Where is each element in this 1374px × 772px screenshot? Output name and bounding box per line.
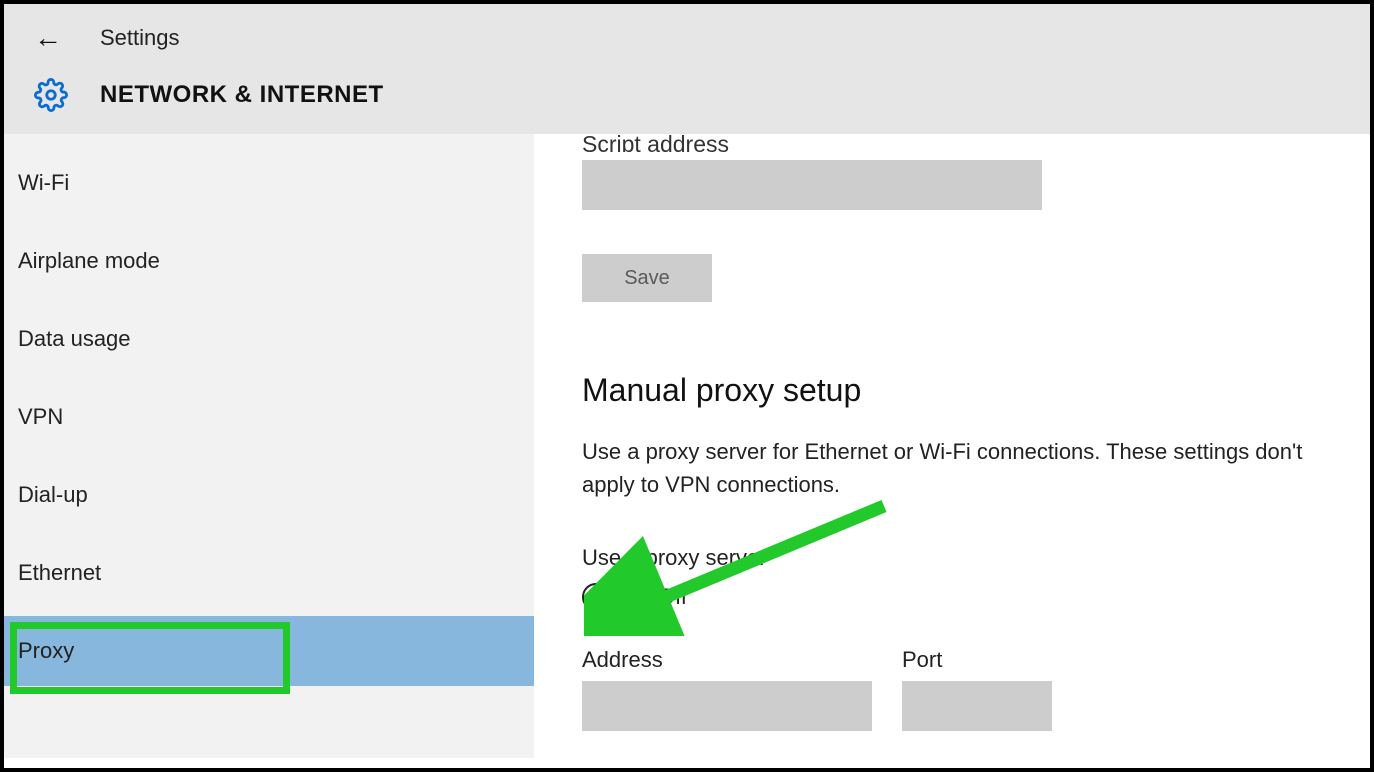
toggle-state-label: Off bbox=[658, 584, 687, 610]
manual-proxy-title: Manual proxy setup bbox=[582, 372, 1370, 409]
port-label: Port bbox=[902, 647, 1052, 673]
sidebar-item-wifi[interactable]: Wi-Fi bbox=[4, 148, 534, 218]
address-label: Address bbox=[582, 647, 872, 673]
address-input[interactable] bbox=[582, 681, 872, 731]
script-address-label: Script address bbox=[582, 134, 729, 152]
sidebar-item-proxy[interactable]: Proxy bbox=[4, 616, 534, 686]
sidebar-item-ethernet[interactable]: Ethernet bbox=[4, 538, 534, 608]
sidebar-item-label: Proxy bbox=[18, 638, 74, 663]
sidebar-item-data-usage[interactable]: Data usage bbox=[4, 304, 534, 374]
manual-proxy-description: Use a proxy server for Ethernet or Wi-Fi… bbox=[582, 435, 1322, 501]
save-button[interactable]: Save bbox=[582, 254, 712, 302]
sidebar-item-vpn[interactable]: VPN bbox=[4, 382, 534, 452]
back-button[interactable]: ← bbox=[34, 22, 62, 54]
sidebar-item-dial-up[interactable]: Dial-up bbox=[4, 460, 534, 530]
use-proxy-label: Use a proxy server bbox=[582, 545, 1370, 571]
script-address-input[interactable] bbox=[582, 160, 1042, 210]
category-header: NETWORK & INTERNET bbox=[4, 64, 1370, 134]
title-bar: ← Settings bbox=[4, 4, 1370, 64]
sidebar-item-airplane-mode[interactable]: Airplane mode bbox=[4, 226, 534, 296]
app-title: Settings bbox=[100, 25, 180, 51]
sidebar: Wi-Fi Airplane mode Data usage VPN Dial-… bbox=[4, 134, 534, 758]
use-proxy-toggle[interactable] bbox=[582, 583, 642, 611]
port-input[interactable] bbox=[902, 681, 1052, 731]
category-title: NETWORK & INTERNET bbox=[100, 81, 384, 109]
gear-icon bbox=[34, 78, 68, 112]
toggle-knob bbox=[588, 588, 605, 605]
main-content: Script address Save Manual proxy setup U… bbox=[534, 134, 1370, 758]
